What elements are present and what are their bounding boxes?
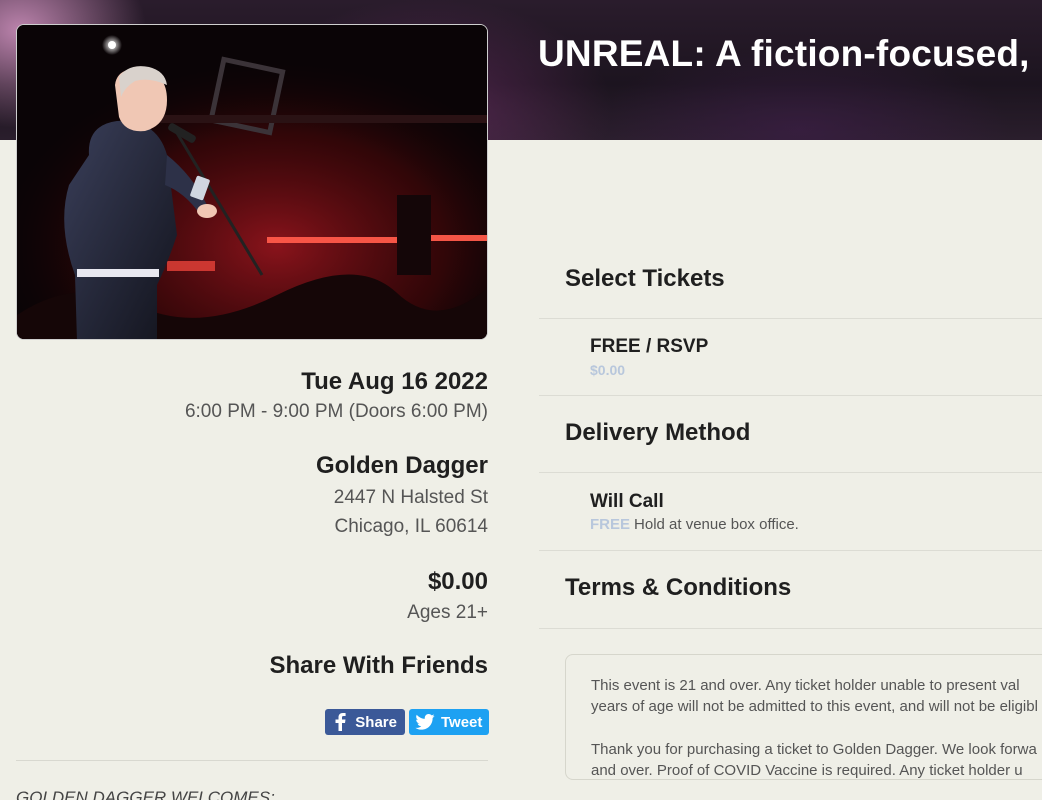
event-date: Tue Aug 16 2022	[301, 368, 488, 395]
twitter-icon	[415, 712, 435, 732]
event-price: $0.00	[427, 568, 488, 595]
ticket-option-price: $0.00	[590, 362, 626, 378]
twitter-tweet-button[interactable]: Tweet	[409, 709, 489, 735]
share-heading: Share With Friends	[269, 652, 488, 679]
age-restriction: Ages 21+	[407, 602, 488, 623]
section-divider	[539, 472, 1042, 473]
venue-street: 2447 N Halsted St	[333, 487, 488, 508]
section-divider	[539, 395, 1042, 396]
delivery-option-note: FREE Hold at venue box office.	[590, 516, 799, 533]
section-divider	[539, 550, 1042, 551]
free-tag: FREE	[590, 516, 631, 533]
terms-line: years of age will not be admitted to thi…	[591, 698, 1038, 715]
facebook-share-label: Share	[355, 713, 397, 731]
event-title: UNREAL: A fiction-focused,	[538, 33, 1030, 74]
terms-heading: Terms & Conditions	[565, 574, 792, 601]
event-photo	[16, 24, 488, 340]
delivery-method-heading: Delivery Method	[565, 419, 751, 446]
facebook-share-button[interactable]: Share	[325, 709, 405, 735]
terms-line: and over. Proof of COVID Vaccine is requ…	[591, 762, 1023, 779]
section-divider	[539, 318, 1042, 319]
delivery-note-text: Hold at venue box office.	[634, 516, 799, 533]
left-divider	[16, 760, 488, 761]
terms-box: This event is 21 and over. Any ticket ho…	[565, 654, 1042, 780]
share-buttons: Share Tweet	[325, 709, 489, 735]
event-time: 6:00 PM - 9:00 PM (Doors 6:00 PM)	[184, 401, 488, 422]
delivery-option-name[interactable]: Will Call	[590, 491, 664, 513]
description-intro: GOLDEN DAGGER WELCOMES:	[16, 788, 275, 800]
venue-name[interactable]: Golden Dagger	[16, 452, 488, 480]
venue-city: Chicago, IL 60614	[334, 516, 488, 537]
facebook-icon	[331, 712, 349, 732]
select-tickets-heading: Select Tickets	[565, 265, 725, 292]
section-divider	[539, 628, 1042, 629]
ticket-option-name[interactable]: FREE / RSVP	[590, 336, 708, 358]
twitter-tweet-label: Tweet	[441, 713, 483, 731]
terms-line: This event is 21 and over. Any ticket ho…	[591, 677, 1020, 694]
event-page: UNREAL: A fiction-focused, Tue Aug 16 20…	[0, 0, 1042, 800]
terms-line: Thank you for purchasing a ticket to Gol…	[591, 741, 1037, 758]
